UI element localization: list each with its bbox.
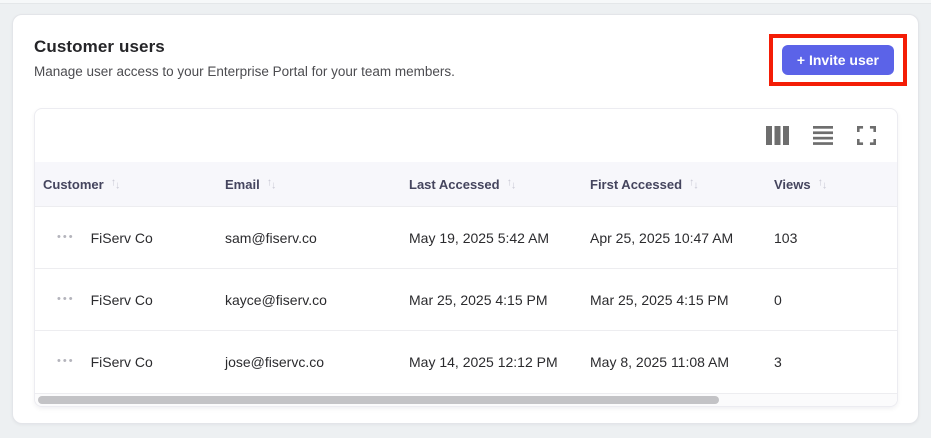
panel-heading-block: Customer users Manage user access to you…: [34, 37, 455, 79]
page-subtitle: Manage user access to your Enterprise Po…: [34, 64, 455, 79]
last-accessed-cell: Mar 25, 2025 4:15 PM: [409, 291, 548, 308]
customer-users-panel: Customer users Manage user access to you…: [12, 14, 919, 424]
last-accessed-cell: May 19, 2025 5:42 AM: [409, 229, 550, 246]
views-cell: 103: [774, 229, 798, 246]
first-accessed-cell: Mar 25, 2025 4:15 PM: [590, 291, 729, 308]
column-header-views[interactable]: Views ↑ ↓: [774, 177, 897, 192]
users-table-card: Customer ↑ ↓ Email ↑ ↓ Last Accessed ↑ ↓ Fi…: [34, 108, 898, 407]
first-accessed-cell: May 8, 2025 11:08 AM: [590, 353, 730, 370]
customer-name: FiServ Co: [90, 229, 153, 246]
invite-user-button[interactable]: + Invite user: [781, 45, 894, 75]
customer-cell: ••• FiServ Co: [35, 354, 225, 370]
row-menu-icon[interactable]: •••: [57, 292, 75, 307]
customer-name: FiServ Co: [90, 291, 153, 308]
fullscreen-icon[interactable]: [857, 126, 876, 145]
top-edge-strip: [0, 0, 931, 4]
row-menu-icon[interactable]: •••: [57, 354, 75, 369]
column-header-customer[interactable]: Customer ↑ ↓: [35, 177, 225, 192]
views-cell: 0: [774, 291, 782, 308]
customer-cell: ••• FiServ Co: [35, 292, 225, 308]
invite-user-highlight-box: + Invite user: [768, 34, 907, 86]
last-accessed-cell: May 14, 2025 12:12 PM: [409, 353, 558, 370]
panel-header: Customer users Manage user access to you…: [13, 15, 918, 86]
table-header-row: Customer ↑ ↓ Email ↑ ↓ Last Accessed ↑ ↓ Fi…: [35, 162, 897, 206]
sort-icon: ↑ ↓: [817, 176, 828, 192]
column-header-label: Customer: [43, 176, 104, 192]
column-header-email[interactable]: Email ↑ ↓: [225, 177, 409, 192]
first-accessed-cell: Apr 25, 2025 10:47 AM: [590, 229, 734, 246]
scrollbar-thumb[interactable]: [38, 396, 719, 404]
column-header-last-accessed[interactable]: Last Accessed ↑ ↓: [409, 177, 590, 192]
table-row: ••• FiServ Co sam@fiserv.co May 19, 2025…: [35, 206, 897, 268]
column-header-label: Email: [225, 176, 260, 192]
row-density-icon[interactable]: [813, 126, 833, 145]
row-menu-icon[interactable]: •••: [57, 230, 75, 245]
page-title: Customer users: [34, 37, 165, 56]
email-cell: sam@fiserv.co: [225, 229, 317, 246]
column-header-label: Views: [774, 176, 811, 192]
views-cell: 3: [774, 353, 782, 370]
table-row: ••• FiServ Co jose@fiservc.co May 14, 20…: [35, 330, 897, 392]
customer-name: FiServ Co: [90, 353, 153, 370]
customer-cell: ••• FiServ Co: [35, 230, 225, 246]
sort-icon: ↑ ↓: [689, 176, 699, 192]
column-header-first-accessed[interactable]: First Accessed ↑ ↓: [590, 177, 774, 192]
columns-icon[interactable]: [766, 126, 789, 145]
table-toolbar: [35, 109, 897, 162]
horizontal-scrollbar[interactable]: [35, 393, 897, 406]
table-row: ••• FiServ Co kayce@fiserv.co Mar 25, 20…: [35, 268, 897, 330]
sort-icon: ↑ ↓: [506, 176, 517, 192]
sort-icon: ↑ ↓: [110, 176, 121, 192]
column-header-label: First Accessed: [590, 176, 683, 192]
email-cell: kayce@fiserv.co: [225, 291, 327, 308]
column-header-label: Last Accessed: [409, 176, 500, 192]
sort-icon: ↑ ↓: [266, 176, 277, 192]
email-cell: jose@fiservc.co: [225, 353, 325, 370]
